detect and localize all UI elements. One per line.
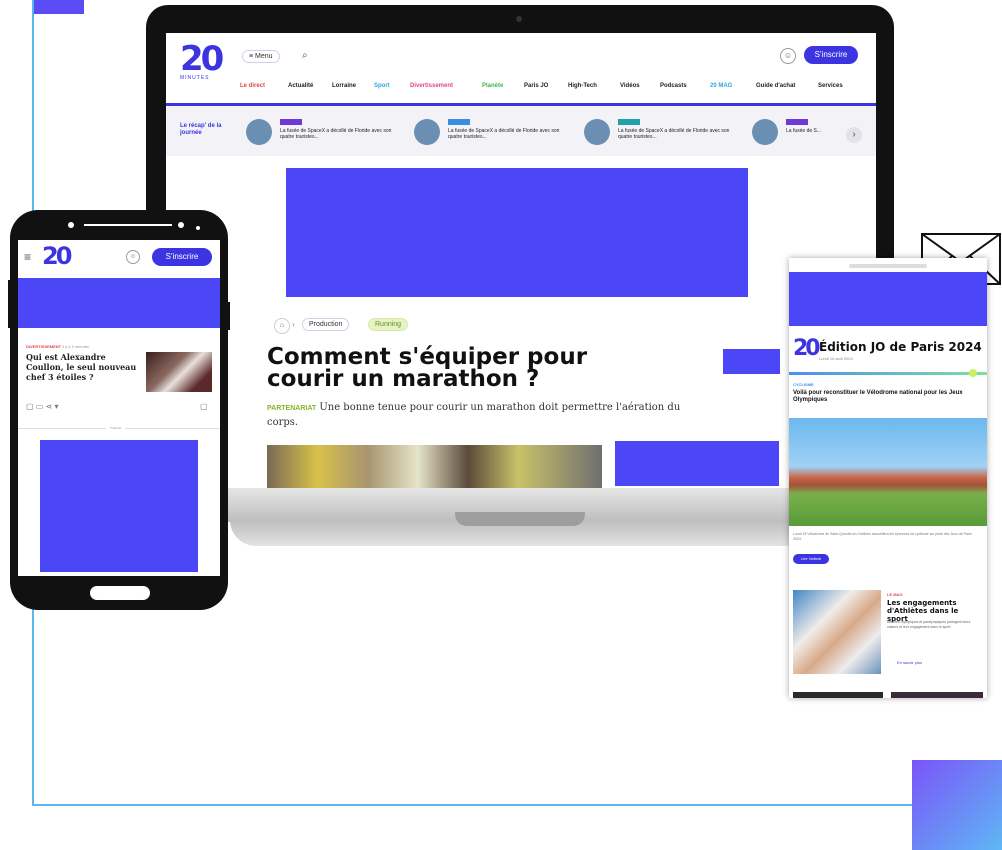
nav-item[interactable]: Divertissement xyxy=(410,83,453,89)
phone-speaker xyxy=(84,224,172,226)
breadcrumb-separator: › xyxy=(292,320,295,329)
story-tag xyxy=(448,119,470,125)
laptop-screen: 20 MINUTES ≡ Menu ⌕ ☺ S'inscrire Le dire… xyxy=(166,33,876,488)
story-tag xyxy=(280,119,302,125)
image-caption: Lundi 15 Vélodrome de Saint-Quentin-en-Y… xyxy=(793,532,972,541)
story-tag xyxy=(786,119,808,125)
menu-label: Menu xyxy=(255,53,273,60)
kicker-time: il y a 9 minutes xyxy=(62,344,89,349)
chapo-label: PARTENARIAT xyxy=(267,405,317,412)
phone-camera xyxy=(178,222,184,228)
story-text: La fusée de SpaceX a décollé de Floride … xyxy=(618,128,730,140)
phone-sensor xyxy=(68,222,74,228)
article-title[interactable]: Qui est Alexandre Coullon, le seul nouve… xyxy=(26,352,138,382)
share-icon[interactable]: ⋖ xyxy=(46,402,53,411)
story-thumbnail xyxy=(752,119,778,145)
nav-item[interactable]: Podcasts xyxy=(660,83,687,89)
ad-banner[interactable] xyxy=(789,272,987,326)
card-link[interactable]: En savoir plus xyxy=(897,660,922,665)
breadcrumb-section[interactable]: Production xyxy=(302,318,350,331)
home-icon[interactable]: ⌂ xyxy=(274,318,290,334)
ad-square[interactable] xyxy=(40,440,198,572)
decorative-top-block xyxy=(32,0,84,14)
athletes-image xyxy=(793,590,881,674)
newsletter-logo: 20 xyxy=(793,336,821,361)
nav-item[interactable]: Paris JO xyxy=(524,83,548,89)
nav-item[interactable]: Guide d'achat xyxy=(756,83,795,89)
subscribe-button[interactable]: S'inscrire xyxy=(152,248,212,266)
account-icon[interactable]: ☺ xyxy=(126,250,140,264)
footer-thumbnail xyxy=(891,692,983,698)
ad-sidebar[interactable] xyxy=(615,441,779,486)
story-text: La fusée de SpaceX a décollé de Floride … xyxy=(448,128,560,140)
footer-thumbnail xyxy=(793,692,883,698)
nav-item[interactable]: Vidéos xyxy=(620,83,640,89)
nav-item[interactable]: Services xyxy=(818,83,843,89)
article-thumbnail[interactable] xyxy=(146,352,212,392)
hamburger-icon[interactable]: ≡ xyxy=(24,250,31,264)
bookmark-icon[interactable]: ▢ xyxy=(26,402,34,411)
nav-item[interactable]: Planète xyxy=(482,83,503,89)
section-label: CYCLISME xyxy=(793,382,814,387)
story-tag xyxy=(618,119,640,125)
breadcrumb-tag[interactable]: Running xyxy=(368,318,409,331)
newsletter-headline[interactable]: Voilà pour reconstituer le Vélodrome nat… xyxy=(793,390,979,404)
ad-banner[interactable] xyxy=(286,168,748,297)
phone-logo[interactable]: 20 xyxy=(42,244,72,268)
recap-title: Le récap' de la journée xyxy=(180,123,222,136)
accent-bar xyxy=(789,372,987,375)
article-image xyxy=(267,445,602,488)
divider-label: Publicité xyxy=(106,426,126,430)
chevron-right-icon[interactable]: › xyxy=(846,127,862,143)
article-actions: ▢ ▭ ⋖ ▾ xyxy=(26,402,59,411)
nav-item[interactable]: Lorraine xyxy=(332,83,356,89)
save-icon[interactable]: ▢ xyxy=(200,402,208,411)
article-chapo: PARTENARIAT Une bonne tenue pour courir … xyxy=(267,401,707,430)
ad-banner[interactable] xyxy=(18,278,220,328)
phone-sensor xyxy=(196,226,200,230)
site-logo[interactable]: 20 MINUTES xyxy=(180,39,224,81)
preview-top-bar xyxy=(849,264,927,268)
menu-button[interactable]: ≡ Menu xyxy=(242,50,280,63)
decorative-frame-line xyxy=(32,804,912,806)
story-thumbnail xyxy=(246,119,272,145)
comment-icon[interactable]: ▭ xyxy=(36,402,44,411)
story-thumbnail xyxy=(414,119,440,145)
phone-screen: ≡ 20 ☺ S'inscrire DIVERTISSEMENT il y a … xyxy=(18,240,220,576)
main-nav: Le direct Actualité Lorraine Sport Diver… xyxy=(166,77,876,97)
phone-side-button xyxy=(8,280,12,328)
nav-item[interactable]: High-Tech xyxy=(568,83,597,89)
phone-home-button[interactable] xyxy=(90,586,150,600)
accent-dot xyxy=(969,369,977,377)
chapo-text: Une bonne tenue pour courir un marathon … xyxy=(267,402,681,428)
logo-mark: 20 xyxy=(180,39,224,79)
subscribe-button[interactable]: S'inscrire xyxy=(804,46,858,64)
read-article-button[interactable]: Lire l'article xyxy=(793,554,829,564)
edition-date: Lundi 15 avril 2024 xyxy=(819,356,853,361)
nav-item[interactable]: Sport xyxy=(374,83,390,89)
article-headline: Comment s'équiper pour courir un maratho… xyxy=(267,344,588,392)
card-text: Athlètes olympiques et paralympiques par… xyxy=(887,620,971,629)
search-icon[interactable]: ⌕ xyxy=(302,50,308,61)
story-text: La fusée de S... xyxy=(786,128,822,134)
nav-item[interactable]: Actualité xyxy=(288,83,313,89)
nav-item[interactable]: Le direct xyxy=(240,83,265,89)
laptop-notch xyxy=(455,512,585,526)
card-kicker: LE MAG xyxy=(887,592,903,597)
velodrome-image xyxy=(789,418,987,526)
decorative-gradient-square xyxy=(912,760,1002,850)
account-icon[interactable]: ☺ xyxy=(780,48,796,64)
phone-side-button xyxy=(226,302,230,330)
kicker-label: DIVERTISSEMENT xyxy=(26,344,62,349)
story-text: La fusée de SpaceX a décollé de Floride … xyxy=(280,128,392,140)
nav-item[interactable]: 20 MAG xyxy=(710,83,732,89)
article-kicker: DIVERTISSEMENT il y a 9 minutes xyxy=(26,344,89,349)
more-icon[interactable]: ▾ xyxy=(55,402,59,411)
newsletter-preview: 20 Édition JO de Paris 2024 Lundi 15 avr… xyxy=(789,258,987,698)
laptop-camera xyxy=(516,16,522,22)
story-thumbnail xyxy=(584,119,610,145)
edition-title: Édition JO de Paris 2024 xyxy=(819,340,982,354)
ad-square[interactable] xyxy=(723,349,780,374)
